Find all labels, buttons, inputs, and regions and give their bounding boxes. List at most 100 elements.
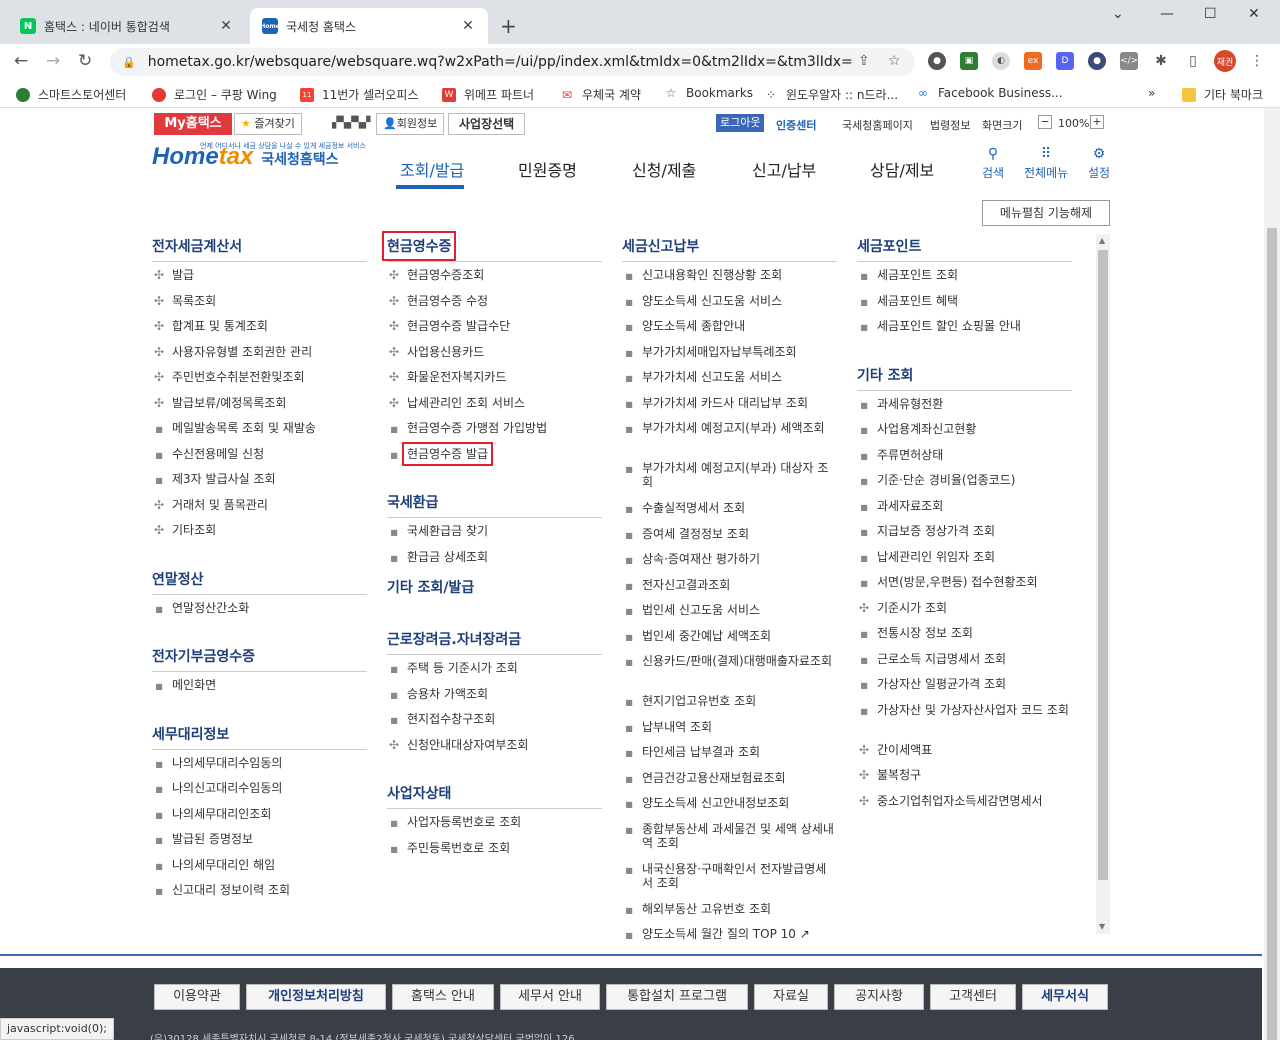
menu-item[interactable]: ■ 현금영수증 가맹점 가입방법 [387,421,602,447]
bookmark-item[interactable]: ∞ Facebook Business... [916,86,1063,100]
sidepanel-icon[interactable]: ▯ [1184,52,1202,70]
menu-item[interactable]: ■ 사업자등록번호로 조회 [387,815,602,841]
menu-item[interactable]: ■ 양도소득세 신고도움 서비스 [622,294,837,320]
url-field[interactable]: 🔒 hometax.go.kr/websquare/websquare.wq?w… [110,48,915,76]
bookmark-item[interactable]: ✉ 우체국 계약 [560,86,641,103]
menu-section-title[interactable]: 기타 조회 [857,359,1072,391]
menu-item[interactable]: ■ 현지기업고유번호 조회 [622,694,837,720]
minimize-icon[interactable]: — [1160,6,1174,22]
menu-section-title[interactable]: 세금포인트 [857,230,1072,262]
menu-scrollbar[interactable]: ▲ ▼ [1096,234,1110,934]
menu-item[interactable]: ■ 환급금 상세조회 [387,550,602,576]
menu-item[interactable]: ✣ 중소기업취업자소득세감면명세서 [857,794,1072,820]
menu-item[interactable]: ✣ 사업용신용카드 [387,345,602,371]
menu-item[interactable]: ■ 주류면허상태 [857,448,1072,474]
menu-item[interactable]: ■ 발급된 증명정보 [152,832,367,858]
bookmark-item[interactable]: 스마트스토어센터 [16,86,126,103]
menu-item[interactable]: ■ 종합부동산세 과세물건 및 세액 상세내역 조회 [622,822,837,862]
menu-item[interactable]: ■ 나의세무대리인 해임 [152,858,367,884]
kebab-menu-icon[interactable]: ⋮ [1248,52,1266,70]
menu-item[interactable]: ■ 나의세무대리인조회 [152,807,367,833]
zoom-in-button[interactable]: + [1090,115,1104,129]
extension-icon[interactable]: ▣ [960,52,978,70]
nts-homepage-link[interactable]: 국세청홈페이지 [842,117,913,133]
menu-item[interactable]: ■ 부가가치세 신고도움 서비스 [622,370,837,396]
menu-item[interactable]: ■ 주택 등 기준시가 조회 [387,661,602,687]
menu-item[interactable]: ✣ 현금영수증 발급수단 [387,319,602,345]
menu-item[interactable]: ✣ 발급보류/예정목록조회 [152,396,367,422]
scroll-thumb[interactable] [1098,250,1108,880]
browser-tab-hometax[interactable]: Home 국세청 홈택스 ✕ [250,8,488,44]
menu-item[interactable]: ■ 연말정산간소화 [152,601,367,627]
menu-item[interactable]: ■ 현금영수증 발급 [387,441,602,473]
menu-item[interactable]: ■ 신용카드/판매(결제)대행매출자료조회 [622,654,837,694]
logout-button[interactable]: 로그아웃 [716,114,765,132]
menu-item[interactable]: ■ 세금포인트 혜택 [857,294,1072,320]
menu-item[interactable]: ■ 나의신고대리수임동의 [152,781,367,807]
menu-item[interactable]: ■ 부가가치세 카드사 대리납부 조회 [622,396,837,422]
bookmark-item[interactable]: 로그인 – 쿠팡 Wing [152,86,277,103]
menu-section-title[interactable]: 세금신고납부 [622,230,837,262]
menu-item[interactable]: ■ 신고내용확인 진행상황 조회 [622,268,837,294]
menu-release-button[interactable]: 메뉴펼침 기능해제 [982,200,1110,226]
menu-item[interactable]: ■ 납부내역 조회 [622,720,837,746]
menu-item[interactable]: ■ 과세자료조회 [857,499,1072,525]
menu-item[interactable]: ✣ 목록조회 [152,294,367,320]
tab-search-icon[interactable]: ⌄ [1112,6,1124,22]
menu-item[interactable]: ■ 세금포인트 할인 쇼핑몰 안내 [857,319,1072,345]
menu-item[interactable]: ■ 증여세 결정정보 조회 [622,527,837,553]
menu-item[interactable]: ■ 해외부동산 고유번호 조회 [622,902,837,928]
menu-item[interactable]: ■ 국세환급금 찾기 [387,524,602,550]
favorites-button[interactable]: ★ 즐겨찾기 [234,113,302,135]
footer-install-program[interactable]: 통합설치 프로그램 [606,984,748,1010]
close-tab-icon[interactable]: ✕ [460,18,476,34]
menu-item[interactable]: ■ 메일발송목록 조회 및 재발송 [152,421,367,447]
menu-section-title[interactable]: 현금영수증 [381,230,602,262]
menu-item[interactable]: ✣ 사용자유형별 조회권한 관리 [152,345,367,371]
menu-item[interactable]: ■ 서면(방문,우편등) 접수현황조회 [857,575,1072,601]
footer-privacy[interactable]: 개인정보처리방침 [246,984,386,1010]
gnb-report-pay[interactable]: 신고/납부 [752,157,816,181]
menu-item[interactable]: ■ 부가가치세 예정고지(부과) 세액조회 [622,421,837,461]
member-info-button[interactable]: 👤회원정보 [376,113,445,135]
footer-tax-office-info[interactable]: 세무서 안내 [500,984,600,1010]
menu-section-title[interactable]: 전자기부금영수증 [152,640,367,672]
menu-item[interactable]: ■ 기준·단순 경비율(업종코드) [857,473,1072,499]
menu-item[interactable]: ■ 양도소득세 종합안내 [622,319,837,345]
extension-icon[interactable]: ex [1024,52,1042,70]
new-tab-icon[interactable]: + [500,14,517,38]
menu-item[interactable]: ■ 법인세 신고도움 서비스 [622,603,837,629]
forward-icon[interactable]: → [46,51,60,71]
menu-item[interactable]: ■ 납세관리인 위임자 조회 [857,550,1072,576]
menu-item[interactable]: ■ 상속·증여재산 평가하기 [622,552,837,578]
menu-item[interactable]: ■ 전자신고결과조회 [622,578,837,604]
extension-icon[interactable]: ◐ [992,52,1010,70]
menu-item[interactable]: ✣ 기준시가 조회 [857,601,1072,627]
maximize-icon[interactable]: ☐ [1204,6,1217,22]
business-select-button[interactable]: 사업장선택 [448,113,526,135]
menu-item[interactable]: ■ 부가가치세매입자납부특례조회 [622,345,837,371]
gnb-application[interactable]: 신청/제출 [632,157,696,181]
bookmark-item[interactable]: ⁘ 윈도우알자 :: n드라... [764,86,898,103]
scroll-up-icon[interactable]: ▲ [1099,236,1105,245]
footer-customer-center[interactable]: 고객센터 [930,984,1016,1010]
scroll-down-icon[interactable]: ▼ [1099,922,1105,931]
menu-item[interactable]: ✣ 거래처 및 품목관리 [152,498,367,524]
menu-item[interactable]: ■ 수신전용메일 신청 [152,447,367,473]
extension-icon[interactable]: </> [1120,52,1138,70]
menu-item[interactable]: ✣ 간이세액표 [857,743,1072,769]
bookmark-item[interactable]: 11 11번가 셀러오피스 [300,86,418,103]
page-scrollbar[interactable] [1264,108,1280,1040]
bookmarks-overflow-icon[interactable]: » [1148,86,1155,100]
zoom-out-button[interactable]: − [1038,115,1052,129]
menu-item[interactable]: ■ 메인화면 [152,678,367,704]
menu-section-title[interactable]: 국세환급 [387,486,602,518]
gnb-certificates[interactable]: 민원증명 [518,157,577,181]
browser-tab-naver[interactable]: N 홈택스 : 네이버 통합검색 ✕ [8,8,246,44]
settings-button[interactable]: ⚙ 설정 [1088,146,1110,181]
menu-item[interactable]: ✣ 주민번호수취분전환및조회 [152,370,367,396]
menu-item[interactable]: ✣ 기타조회 [152,523,367,549]
menu-section-title[interactable]: 기타 조회/발급 [387,571,602,603]
hometax-logo[interactable]: 언제 어디서나 세금 상담을 나실 수 있게 세금정보 서비스 Hometax … [152,142,366,171]
menu-item[interactable]: ✣ 신청안내대상자여부조회 [387,738,602,764]
